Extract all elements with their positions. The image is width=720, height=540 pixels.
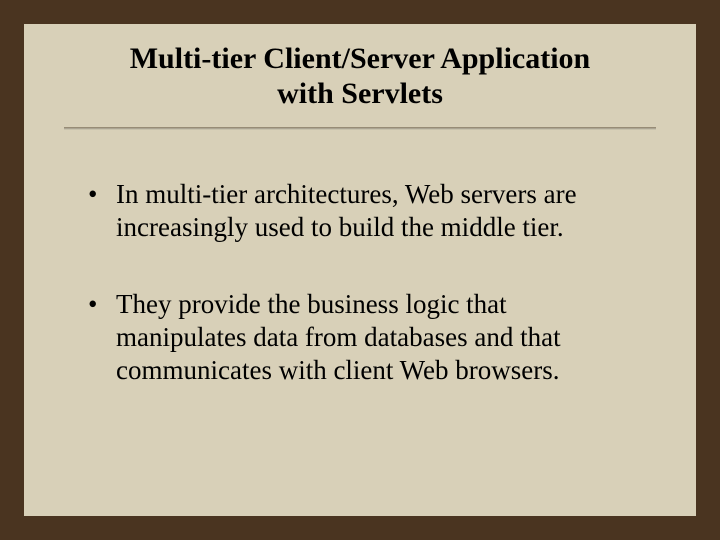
slide-title: Multi-tier Client/Server Application wit…: [24, 24, 696, 121]
slide: Multi-tier Client/Server Application wit…: [0, 0, 720, 540]
list-item: In multi-tier architectures, Web servers…: [88, 178, 632, 244]
bullet-list: In multi-tier architectures, Web servers…: [88, 178, 632, 387]
list-item: They provide the business logic that man…: [88, 288, 632, 387]
slide-body: In multi-tier architectures, Web servers…: [24, 130, 696, 387]
title-line-2: with Servlets: [277, 77, 443, 110]
bullet-text: They provide the business logic that man…: [116, 289, 561, 385]
title-line-1: Multi-tier Client/Server Application: [130, 42, 591, 75]
bullet-text: In multi-tier architectures, Web servers…: [116, 179, 577, 242]
